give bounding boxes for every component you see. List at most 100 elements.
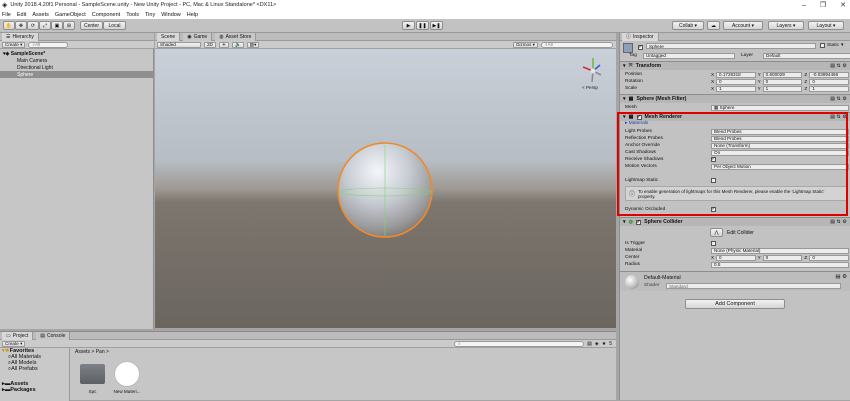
scale-z-field[interactable]: 1 [809, 85, 850, 92]
menu-tools[interactable]: Tools [126, 12, 139, 18]
step-button[interactable]: ▶❚ [430, 21, 443, 30]
radius-field[interactable]: 0.5 [711, 261, 849, 268]
rotation-x-field[interactable]: 0 [716, 78, 756, 85]
material-header[interactable]: Default-Material Shader Standard ▤ ⚙ [620, 271, 850, 291]
active-checkbox[interactable]: ✓ [638, 44, 643, 50]
persp-label[interactable]: < Persp [582, 85, 598, 90]
pivot-center-button[interactable]: Center [80, 21, 103, 30]
collab-button[interactable]: Collab ▾ [672, 21, 704, 30]
center-y-field[interactable]: 0 [762, 254, 803, 261]
menu-window[interactable]: Window [161, 12, 181, 18]
material-thumbnail[interactable] [114, 361, 140, 387]
play-button[interactable]: ▶ [402, 21, 415, 30]
tag-dropdown[interactable]: Untagged [643, 52, 735, 59]
transform-header[interactable]: ▾ ⤧ Transform ▤ ⇅ ⚙ [620, 61, 850, 70]
menu-file[interactable]: File [2, 12, 11, 18]
star-icon[interactable]: ★ [602, 341, 606, 347]
minimize-icon[interactable]: – [802, 2, 806, 9]
hierarchy-search-input[interactable]: ⌕ All [28, 41, 69, 48]
tab-inspector[interactable]: ⓘ Inspector [622, 32, 659, 41]
center-x-field[interactable]: 0 [716, 254, 756, 261]
scene-root[interactable]: ▾◈ SampleScene* [0, 50, 153, 57]
pivot-local-button[interactable]: Local [103, 21, 126, 30]
project-create-dropdown[interactable]: Create ▾ [2, 340, 26, 347]
is-trigger-row: Is Trigger [625, 240, 849, 247]
info-icon: ⓘ [626, 34, 632, 40]
object-name-field[interactable]: Sphere [646, 43, 816, 49]
hand-tool-icon[interactable]: ✋ [3, 21, 15, 30]
rect-tool-icon[interactable]: ▣ [51, 21, 63, 30]
transform-tool-icon[interactable]: ⊞ [63, 21, 75, 30]
component-menu-icon[interactable]: ▤ ⇅ ⚙ [830, 219, 847, 225]
orientation-gizmo [582, 58, 602, 83]
position-z-field[interactable]: -0.03894466 [809, 71, 850, 78]
maximize-icon[interactable]: ❐ [820, 1, 826, 9]
project-breadcrumb[interactable]: Assets > Pan > [75, 349, 109, 355]
rotation-y-field[interactable]: 0 [762, 78, 803, 85]
scene-viewport[interactable]: < Persp [155, 49, 616, 328]
hierarchy-item-sphere[interactable]: Sphere [0, 71, 153, 78]
layers-dropdown[interactable]: Layers ▾ [768, 21, 804, 30]
project-search-input[interactable]: ⌕ [454, 340, 585, 347]
rotate-tool-icon[interactable]: ⟳ [27, 21, 39, 30]
position-y-field[interactable]: 0.600029 [762, 71, 803, 78]
store-icon: ◍ [219, 33, 224, 40]
tab-asset-store[interactable]: ◍ Asset Store [215, 32, 257, 41]
pause-button[interactable]: ❚❚ [416, 21, 429, 30]
layout-dropdown[interactable]: Layout ▾ [808, 21, 844, 30]
position-x-field[interactable]: 0.1729318 [716, 71, 756, 78]
scale-tool-icon[interactable]: ⤢ [39, 21, 51, 30]
tab-console[interactable]: ▤ Console [36, 331, 71, 340]
scene-search-input[interactable]: ⌕ All [541, 41, 613, 48]
mesh-field[interactable]: ▦ Sphere [711, 104, 849, 111]
sphere-collider-enabled-checkbox[interactable]: ✓ [636, 219, 642, 225]
menu-assets[interactable]: Assets [32, 12, 49, 18]
add-component-button[interactable]: Add Component [685, 299, 785, 309]
scene-tabs: Scene ◉ Game ◍ Asset Store [155, 32, 616, 41]
tab-scene[interactable]: Scene [157, 32, 181, 41]
scale-x-field[interactable]: 1 [716, 85, 756, 92]
tree-all-prefabs[interactable]: ⌕All Prefabs [0, 366, 69, 372]
tab-hierarchy[interactable]: ☰ Hierarchy [2, 32, 39, 41]
sphere-collider-header[interactable]: ▾ ◍ ✓ Sphere Collider ▤ ⇅ ⚙ [620, 217, 850, 226]
component-menu-icon[interactable]: ▤ ⇅ ⚙ [830, 96, 847, 102]
filter-icon[interactable]: ▤ [587, 341, 592, 347]
hierarchy-item-main-camera[interactable]: Main Camera [0, 57, 153, 64]
material-menu-icon[interactable]: ▤ ⚙ [835, 274, 847, 280]
tree-packages[interactable]: ▸▬Packages [0, 387, 69, 393]
folder-icon[interactable] [80, 364, 105, 384]
component-menu-icon[interactable]: ▤ ⇅ ⚙ [830, 63, 847, 69]
mesh-filter-header[interactable]: ▾ ▦ Sphere (Mesh Filter) ▤ ⇅ ⚙ [620, 94, 850, 103]
rotation-z-field[interactable]: 0 [809, 78, 850, 85]
menu-tiny[interactable]: Tiny [145, 12, 155, 18]
hierarchy-item-directional-light[interactable]: Directional Light [0, 64, 153, 71]
edit-collider-button[interactable]: ⋀ [710, 228, 723, 237]
tab-project[interactable]: ▭ Project [2, 331, 34, 340]
label-icon[interactable]: ◈ [595, 341, 599, 347]
create-dropdown[interactable]: Create ▾ [2, 41, 26, 48]
tab-game[interactable]: ◉ Game [183, 32, 213, 41]
scale-y-field[interactable]: 1 [762, 85, 803, 92]
collider-material-field[interactable]: None (Physic Material) [711, 247, 849, 254]
shader-dropdown[interactable]: Standard [666, 283, 841, 289]
menu-edit[interactable]: Edit [17, 12, 26, 18]
title-bar: ◈ Unity 2018.4.20f1 Personal - SampleSce… [0, 0, 850, 10]
account-dropdown[interactable]: Account ▾ [723, 21, 763, 30]
lighting-toggle-icon[interactable]: ☀ [218, 41, 229, 48]
menu-component[interactable]: Component [92, 12, 120, 18]
menu-gameobject[interactable]: GameObject [55, 12, 86, 18]
gizmos-dropdown[interactable]: Gizmos ▾ [512, 41, 538, 48]
cloud-icon[interactable]: ☁ [707, 21, 720, 30]
audio-toggle-icon[interactable]: 🔈 [232, 41, 244, 48]
close-icon[interactable]: ✕ [840, 1, 846, 9]
mode-2d-toggle[interactable]: 2D [204, 41, 216, 48]
static-toggle[interactable]: Static ▾ [820, 43, 843, 48]
layer-dropdown[interactable]: Default [763, 52, 850, 59]
project-count: 5 [609, 340, 612, 347]
is-trigger-checkbox[interactable] [711, 241, 716, 246]
center-z-field[interactable]: 0 [809, 254, 850, 261]
shading-dropdown[interactable]: Shaded [157, 41, 201, 48]
menu-help[interactable]: Help [187, 12, 198, 18]
move-tool-icon[interactable]: ✥ [15, 21, 27, 30]
effects-dropdown-icon[interactable]: ▨▾ [246, 41, 260, 48]
